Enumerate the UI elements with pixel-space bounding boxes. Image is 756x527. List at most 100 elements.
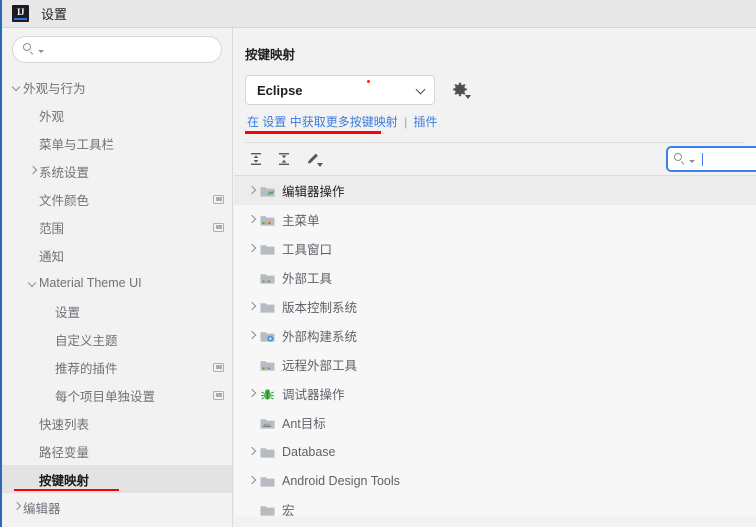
- link-plugins[interactable]: 插件: [414, 115, 438, 129]
- sidebar-item[interactable]: 快速列表: [2, 409, 232, 437]
- chevron-down-icon[interactable]: [28, 278, 39, 289]
- sidebar-item[interactable]: 路径变量: [2, 437, 232, 465]
- keymap-tree-row[interactable]: 外部工具: [234, 263, 756, 292]
- keymap-panel: 按键映射 Eclipse 在 设置 中获取更多按键映射 | 插件 编辑器操作 主…: [233, 28, 756, 527]
- folder-icon: [260, 185, 275, 197]
- intellij-logo-icon: IJ: [12, 5, 29, 22]
- chevron-right-icon[interactable]: [246, 388, 260, 400]
- keymap-action-tree: 编辑器操作主菜单 工具窗口 外部工具 版本控制系统外部构建系统 远程外部工具 调试器操作 A…: [234, 175, 756, 516]
- sidebar-search-input[interactable]: [12, 36, 222, 63]
- keymap-select[interactable]: Eclipse: [245, 75, 435, 105]
- keymap-tree-row[interactable]: 外部构建系统: [234, 321, 756, 350]
- keymap-combo-row: Eclipse: [233, 63, 756, 105]
- keymap-tree-row[interactable]: 调试器操作: [234, 379, 756, 408]
- project-scope-icon: [213, 390, 224, 400]
- expand-all-icon[interactable]: [245, 148, 267, 170]
- chevron-down-icon: [417, 86, 426, 95]
- chevron-right-icon[interactable]: [246, 446, 260, 458]
- keymap-tree-row[interactable]: 宏: [234, 495, 756, 516]
- keymap-tree-row[interactable]: Android Design Tools: [234, 466, 756, 495]
- chevron-right-icon[interactable]: [246, 330, 260, 342]
- keymap-search-input[interactable]: [666, 146, 756, 172]
- text-cursor: [702, 152, 703, 166]
- chevron-right-icon[interactable]: [246, 301, 260, 313]
- sidebar-search-wrap: [2, 28, 232, 63]
- sidebar-item-label: 按键映射: [39, 473, 90, 488]
- keymap-tree-label: 外部构建系统: [282, 330, 358, 344]
- window-title: 设置: [41, 7, 68, 22]
- keymap-toolbar: [233, 143, 756, 175]
- sidebar-item-label: 文件颜色: [39, 193, 90, 208]
- folder-icon: [260, 504, 275, 516]
- sidebar-item[interactable]: 文件颜色: [2, 185, 232, 213]
- sidebar-item[interactable]: Material Theme UI: [2, 269, 232, 297]
- gear-icon[interactable]: [451, 81, 471, 99]
- chevron-right-icon[interactable]: [246, 214, 260, 226]
- keymap-tree-row[interactable]: 编辑器操作: [234, 176, 756, 205]
- keymap-tree-row[interactable]: 版本控制系统: [234, 292, 756, 321]
- keymap-tree-label: Ant目标: [282, 417, 326, 431]
- collapse-all-icon[interactable]: [273, 148, 295, 170]
- sidebar-item-label: Material Theme UI: [39, 276, 142, 290]
- sidebar-item[interactable]: 通知: [2, 241, 232, 269]
- keymap-tree-label: 调试器操作: [282, 388, 345, 402]
- keymap-tree-row[interactable]: 主菜单: [234, 205, 756, 234]
- keymap-tree-row[interactable]: Database: [234, 437, 756, 466]
- keymap-tree-label: Android Design Tools: [282, 473, 400, 488]
- keymap-tree-row[interactable]: Ant目标: [234, 408, 756, 437]
- chevron-right-icon[interactable]: [246, 185, 260, 197]
- edit-shortcut-icon[interactable]: [301, 148, 323, 170]
- link-prefix: 在: [247, 115, 260, 129]
- project-scope-icon: [213, 194, 224, 204]
- sidebar-item[interactable]: 每个项目单独设置: [2, 381, 232, 409]
- keymap-tree-row[interactable]: 工具窗口: [234, 234, 756, 263]
- keymap-tree-label: 宏: [282, 504, 295, 516]
- folder-icon: [260, 330, 275, 342]
- sidebar-item[interactable]: 按键映射: [2, 465, 232, 493]
- chevron-down-icon[interactable]: [12, 82, 23, 93]
- sidebar-item[interactable]: 外观与行为: [2, 73, 232, 101]
- sidebar-item[interactable]: 菜单与工具栏: [2, 129, 232, 157]
- page-title: 按键映射: [245, 48, 296, 62]
- sidebar-item-label: 系统设置: [39, 165, 90, 180]
- sidebar-item[interactable]: 系统设置: [2, 157, 232, 185]
- folder-icon: [260, 214, 275, 226]
- link-middle[interactable]: 中获取更多按键映射: [290, 115, 398, 129]
- sidebar-item-label: 设置: [55, 305, 81, 320]
- sidebar-item[interactable]: 推荐的插件: [2, 353, 232, 381]
- chevron-right-icon[interactable]: [246, 475, 260, 487]
- chevron-right-icon[interactable]: [12, 502, 23, 513]
- sidebar-item[interactable]: 设置: [2, 297, 232, 325]
- settings-sidebar: 外观与行为 外观 菜单与工具栏系统设置文件颜色范围通知 Material Theme …: [2, 28, 233, 527]
- keymap-tree-label: 编辑器操作: [282, 185, 345, 199]
- project-scope-icon: [213, 222, 224, 232]
- keymap-tree-row[interactable]: 远程外部工具: [234, 350, 756, 379]
- folder-icon: [260, 301, 275, 313]
- keymap-tree-label: Database: [282, 444, 336, 459]
- chevron-right-icon[interactable]: [28, 166, 39, 177]
- folder-icon: [260, 417, 275, 429]
- sidebar-item-label: 范围: [39, 221, 65, 236]
- search-icon: [23, 43, 36, 56]
- sidebar-item[interactable]: 编辑器: [2, 493, 232, 521]
- title-bar: IJ 设置: [2, 0, 756, 28]
- keymap-tree-label: 远程外部工具: [282, 359, 358, 373]
- sidebar-item-label: 每个项目单独设置: [55, 389, 156, 404]
- sidebar-item[interactable]: 外观: [2, 101, 232, 129]
- link-settings[interactable]: 设置: [262, 115, 286, 129]
- combo-red-underline-annotation: [245, 131, 381, 134]
- sidebar-item[interactable]: 范围: [2, 213, 232, 241]
- chevron-right-icon[interactable]: [246, 243, 260, 255]
- sidebar-item[interactable]: 自定义主题: [2, 325, 232, 353]
